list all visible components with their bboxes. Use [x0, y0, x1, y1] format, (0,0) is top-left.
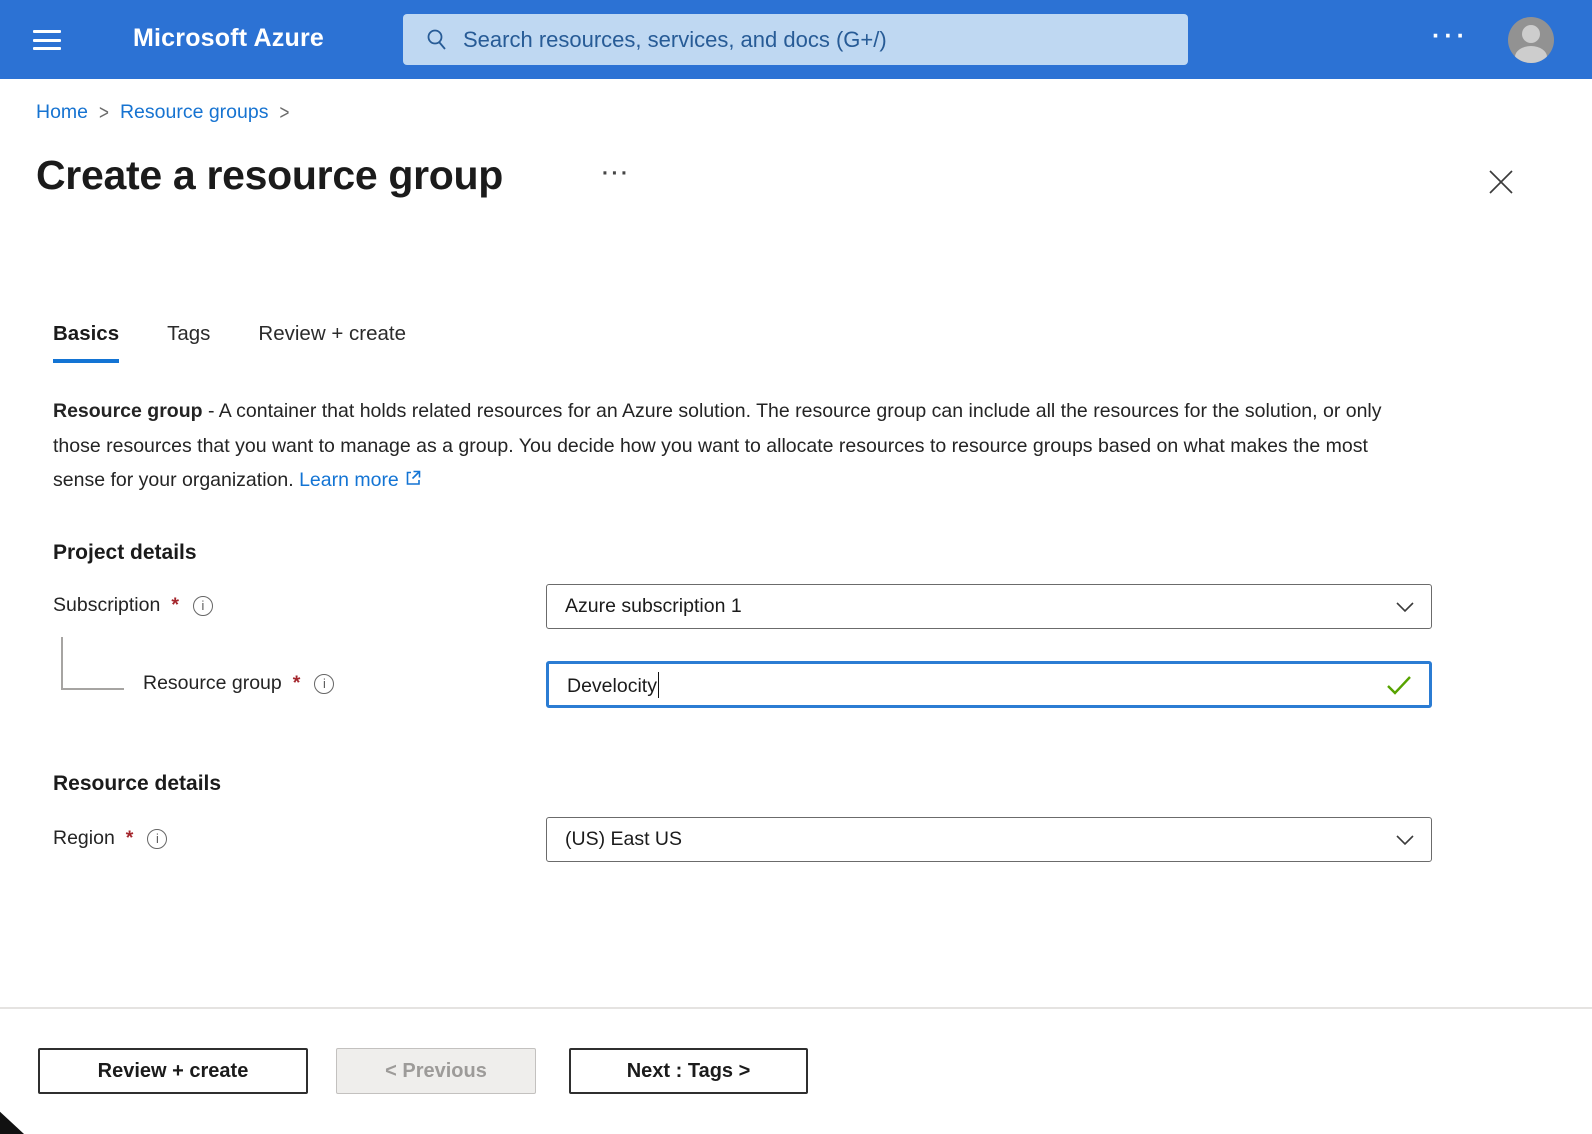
- wizard-tabs: Basics Tags Review + create: [53, 322, 406, 363]
- breadcrumb-separator: >: [99, 100, 109, 124]
- azure-portal-page: Microsoft Azure ··· Home > Resource grou…: [0, 0, 1592, 1134]
- project-details-heading: Project details: [53, 541, 197, 564]
- field-connector-line: [61, 688, 124, 690]
- topbar-more-icon[interactable]: ···: [1432, 22, 1469, 51]
- tab-tags[interactable]: Tags: [167, 322, 210, 363]
- external-link-icon[interactable]: [404, 464, 422, 499]
- previous-button[interactable]: < Previous: [336, 1048, 536, 1094]
- search-input[interactable]: [463, 26, 1172, 53]
- search-icon: [427, 29, 446, 50]
- subscription-value: Azure subscription 1: [565, 595, 742, 617]
- avatar-head-icon: [1522, 25, 1540, 43]
- page-title: Create a resource group: [36, 152, 504, 198]
- tab-basics[interactable]: Basics: [53, 322, 120, 363]
- region-dropdown[interactable]: (US) East US: [546, 817, 1432, 862]
- required-asterisk: *: [125, 827, 134, 849]
- resource-group-input[interactable]: Develocity: [546, 661, 1432, 708]
- next-tags-button[interactable]: Next : Tags >: [569, 1048, 808, 1094]
- breadcrumb-separator: >: [279, 100, 290, 124]
- resource-group-label: Resource group * i: [143, 672, 335, 695]
- resource-group-description: Resource group - A container that holds …: [53, 394, 1415, 499]
- description-lead: Resource group: [53, 400, 203, 422]
- resource-group-value: Develocity: [567, 671, 1385, 698]
- region-label: Region * i: [53, 827, 168, 850]
- chevron-down-icon: [1396, 834, 1414, 845]
- mouse-cursor: [0, 1111, 24, 1134]
- required-asterisk: *: [292, 672, 301, 694]
- field-connector-line: [61, 637, 63, 689]
- top-bar: Microsoft Azure ···: [0, 0, 1592, 79]
- account-avatar[interactable]: [1508, 17, 1554, 63]
- close-icon[interactable]: [1485, 166, 1517, 198]
- hamburger-menu-icon[interactable]: [33, 30, 61, 50]
- brand-logo[interactable]: Microsoft Azure: [133, 24, 324, 53]
- resource-group-info-icon[interactable]: i: [314, 673, 335, 694]
- required-asterisk: *: [171, 594, 179, 616]
- breadcrumb-resource-groups-link[interactable]: Resource groups: [120, 101, 269, 124]
- global-search-box[interactable]: [403, 14, 1188, 65]
- breadcrumb-home-link[interactable]: Home: [36, 101, 88, 124]
- text-caret: [657, 671, 660, 698]
- footer-divider: [0, 1007, 1592, 1009]
- subscription-info-icon[interactable]: i: [192, 595, 213, 616]
- region-value: (US) East US: [565, 828, 683, 850]
- tab-review-create[interactable]: Review + create: [258, 322, 406, 363]
- breadcrumb: Home > Resource groups >: [36, 100, 290, 124]
- avatar-torso-icon: [1515, 46, 1547, 63]
- description-body: - A container that holds related resourc…: [53, 400, 1382, 491]
- resource-details-heading: Resource details: [53, 772, 222, 795]
- subscription-dropdown[interactable]: Azure subscription 1: [546, 584, 1432, 629]
- learn-more-link[interactable]: Learn more: [299, 469, 399, 491]
- chevron-down-icon: [1396, 601, 1414, 612]
- valid-check-icon: [1387, 675, 1411, 695]
- title-more-icon[interactable]: ···: [602, 162, 630, 186]
- subscription-label: Subscription * i: [53, 594, 213, 617]
- region-info-icon[interactable]: i: [147, 828, 168, 849]
- review-create-button[interactable]: Review + create: [38, 1048, 308, 1094]
